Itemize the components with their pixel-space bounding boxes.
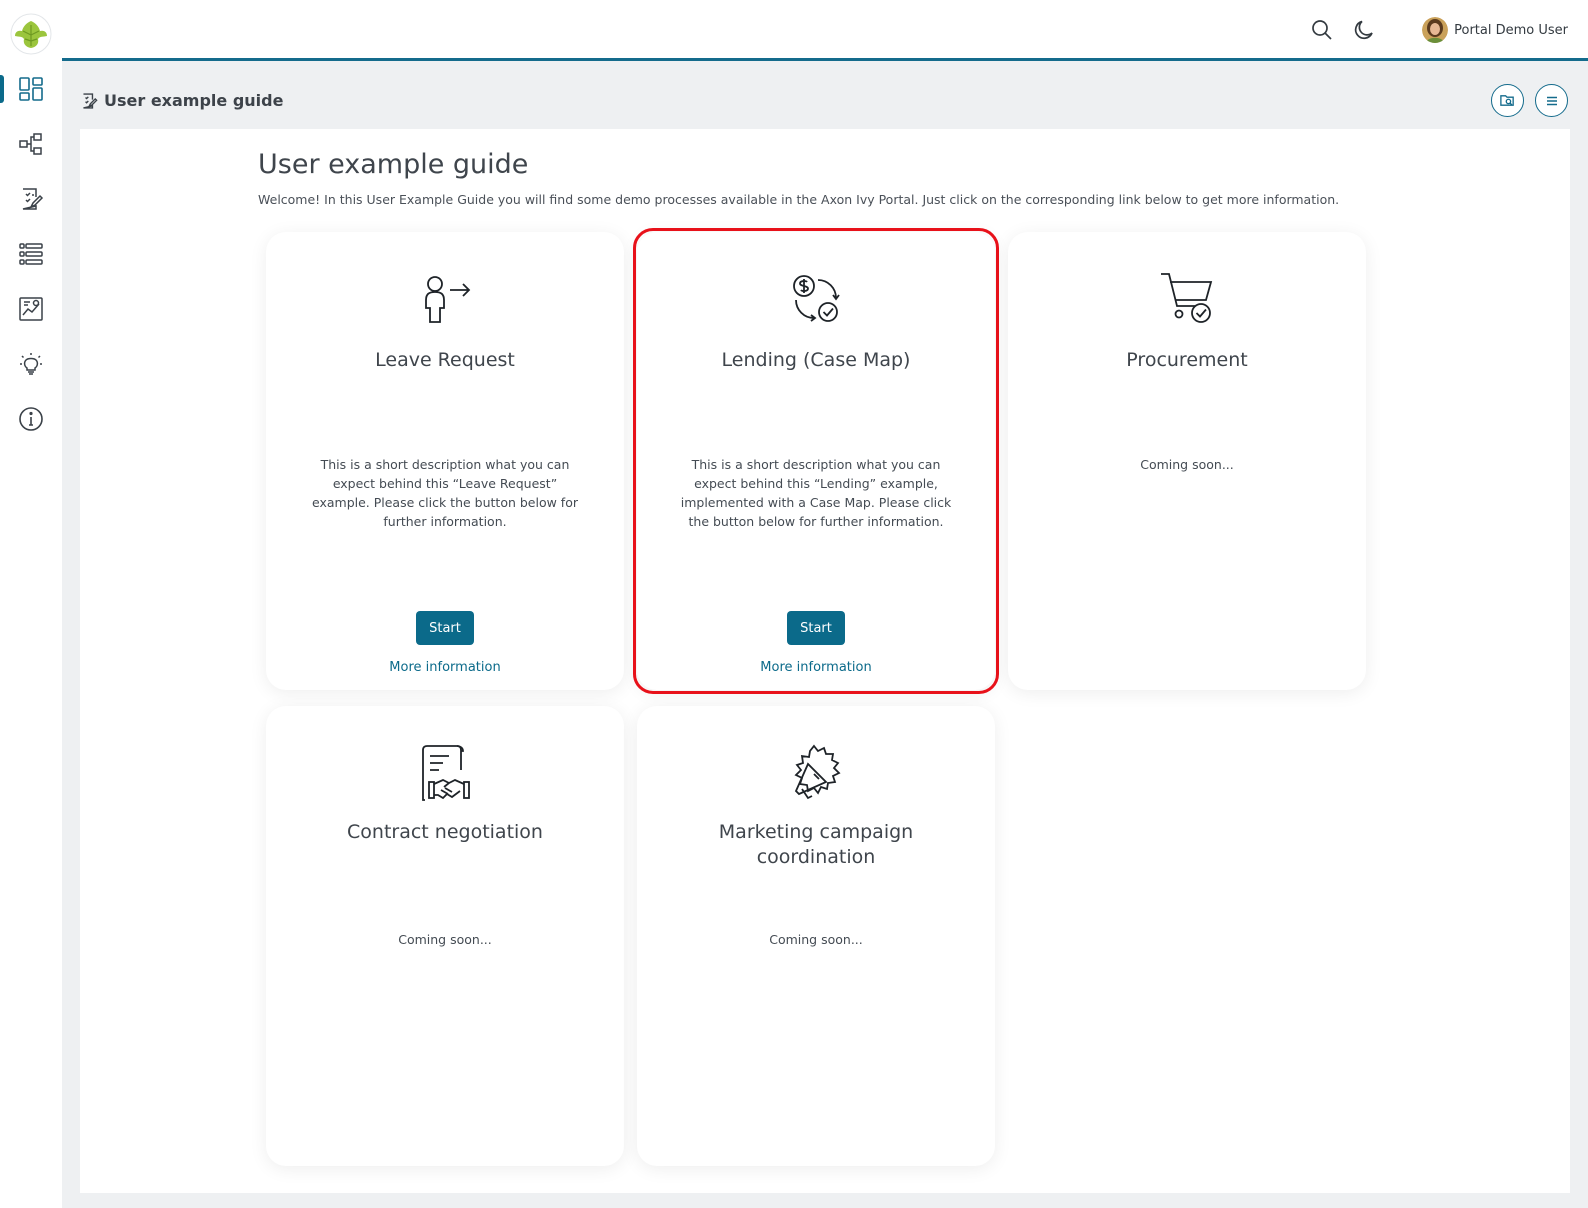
sidebar bbox=[0, 0, 62, 1208]
user-menu[interactable]: Portal Demo User bbox=[1422, 15, 1568, 45]
cart-check-icon bbox=[1161, 273, 1213, 323]
processes-icon bbox=[19, 133, 42, 155]
card-marketing-campaign: Marketing campaign coordination Coming s… bbox=[637, 706, 995, 1166]
megaphone-icon bbox=[794, 744, 841, 800]
tasks-icon bbox=[83, 92, 98, 109]
sidebar-item-processes[interactable] bbox=[0, 122, 62, 166]
active-indicator bbox=[0, 75, 4, 103]
top-bar: Portal Demo User bbox=[62, 0, 1588, 61]
lightbulb-icon bbox=[20, 353, 42, 375]
sidebar-item-statistics[interactable] bbox=[0, 287, 62, 331]
page-title: User example guide bbox=[258, 149, 529, 180]
card-leave-request: Leave Request This is a short descriptio… bbox=[266, 232, 624, 690]
card-lending-case-map: Lending (Case Map) This is a short descr… bbox=[637, 232, 995, 690]
card-title: Leave Request bbox=[375, 349, 515, 371]
card-title: Marketing campaign coordination bbox=[718, 821, 914, 868]
money-exchange-icon bbox=[793, 275, 840, 322]
sidebar-item-cases[interactable] bbox=[0, 232, 62, 276]
avatar bbox=[1422, 17, 1449, 43]
card-procurement: Procurement Coming soon... bbox=[1008, 232, 1366, 690]
intro-text: Welcome! In this User Example Guide you … bbox=[258, 192, 1340, 207]
card-description: This is a short description what you can… bbox=[680, 457, 952, 529]
menu-icon bbox=[1546, 96, 1557, 105]
card-description: This is a short description what you can… bbox=[311, 457, 578, 529]
user-name: Portal Demo User bbox=[1454, 22, 1568, 38]
more-information-link[interactable]: More information bbox=[637, 660, 995, 675]
start-leave-request-button[interactable]: Start bbox=[416, 611, 474, 645]
search-icon[interactable] bbox=[1310, 18, 1334, 42]
card-title: Lending (Case Map) bbox=[721, 349, 911, 371]
sidebar-item-tasks[interactable] bbox=[0, 177, 62, 221]
person-leave-icon bbox=[425, 276, 471, 323]
more-information-link[interactable]: More information bbox=[266, 660, 624, 675]
tasks-icon bbox=[22, 188, 44, 210]
cases-icon bbox=[19, 243, 43, 265]
card-description: Coming soon... bbox=[1140, 457, 1234, 472]
dashboard-icon bbox=[19, 77, 43, 101]
ivy-leaf-icon[interactable] bbox=[10, 13, 52, 55]
search-process-button[interactable] bbox=[1491, 84, 1524, 117]
sidebar-item-info[interactable] bbox=[0, 397, 62, 441]
page-header: User example guide bbox=[62, 61, 1588, 129]
contract-handshake-icon bbox=[422, 745, 470, 801]
card-title: Contract negotiation bbox=[347, 821, 543, 843]
info-icon bbox=[19, 407, 43, 431]
card-description: Coming soon... bbox=[398, 932, 492, 947]
moon-icon[interactable] bbox=[1352, 18, 1376, 42]
menu-button[interactable] bbox=[1535, 84, 1568, 117]
sidebar-item-dashboard[interactable] bbox=[0, 67, 62, 111]
card-contract-negotiation: Contract negotiation Coming soon... bbox=[266, 706, 624, 1166]
breadcrumb-title: User example guide bbox=[104, 91, 284, 110]
sidebar-item-ideas[interactable] bbox=[0, 342, 62, 386]
main-content: User example guide Welcome! In this User… bbox=[80, 129, 1570, 1193]
card-title: Procurement bbox=[1126, 349, 1248, 371]
card-description: Coming soon... bbox=[769, 932, 863, 947]
statistics-icon bbox=[19, 297, 43, 321]
breadcrumb: User example guide bbox=[80, 91, 283, 110]
folder-search-icon bbox=[1500, 95, 1514, 106]
start-lending-button[interactable]: Start bbox=[787, 611, 845, 645]
